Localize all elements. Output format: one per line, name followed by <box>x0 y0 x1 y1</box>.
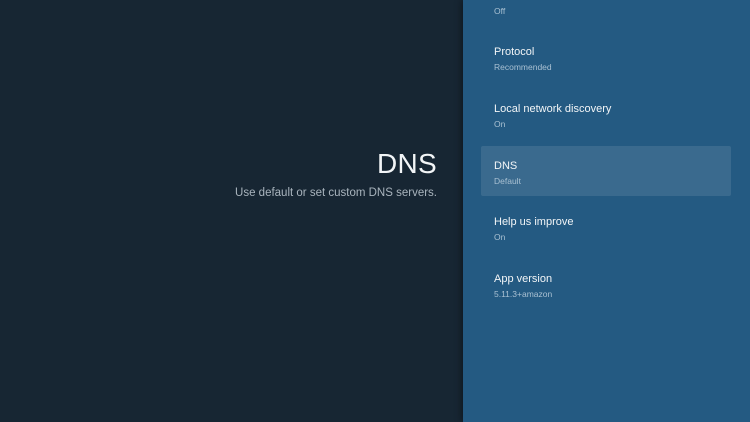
settings-item-local-network-discovery[interactable]: Local network discovery On <box>481 89 731 139</box>
settings-item-dns[interactable]: DNS Default <box>481 146 731 196</box>
settings-item-value: Recommended <box>494 62 552 72</box>
detail-description: Use default or set custom DNS servers. <box>235 187 437 199</box>
settings-item-label: Local network discovery <box>494 103 612 115</box>
settings-item-help-us-improve[interactable]: Help us improve On <box>481 202 731 252</box>
settings-list: Off Protocol Recommended Local network d… <box>463 0 750 422</box>
settings-item-protocol[interactable]: Protocol Recommended <box>481 32 731 82</box>
settings-item-label: App version <box>494 273 553 285</box>
settings-item-label: DNS <box>494 160 518 172</box>
settings-item-value: 5.11.3+amazon <box>494 289 553 299</box>
settings-item-app-version[interactable]: App version 5.11.3+amazon <box>481 259 731 309</box>
settings-item-value: Off <box>494 6 506 16</box>
settings-item-value: On <box>494 232 506 242</box>
settings-item-value: Default <box>494 176 521 186</box>
detail-title: DNS <box>376 148 437 179</box>
detail-pane: DNS Use default or set custom DNS server… <box>0 0 463 422</box>
settings-item-label: Protocol <box>494 46 535 58</box>
settings-item-value: On <box>494 119 506 129</box>
settings-item-label: Help us improve <box>494 216 574 228</box>
settings-item-previous[interactable]: Off <box>481 0 731 36</box>
